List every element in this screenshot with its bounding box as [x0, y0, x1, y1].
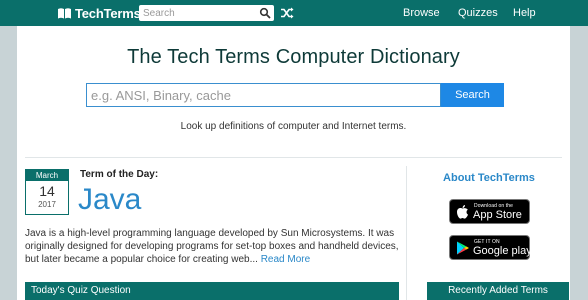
section-divider [25, 157, 562, 158]
site-logo[interactable]: TechTerms [57, 5, 141, 21]
term-of-day-label: Term of the Day: [80, 169, 159, 180]
date-badge: March 14 2017 [25, 169, 69, 215]
apple-icon [457, 205, 468, 219]
dictionary-search-input[interactable] [87, 84, 440, 106]
term-of-day-link[interactable]: Java [78, 183, 141, 217]
search-icon[interactable] [259, 7, 271, 19]
date-year: 2017 [38, 200, 56, 209]
quiz-section-header: Today's Quiz Question [25, 282, 399, 300]
term-description-text: Java is a high-level programming languag… [25, 228, 399, 265]
term-description: Java is a high-level programming languag… [25, 227, 399, 266]
header-search-input[interactable] [143, 6, 257, 20]
top-navbar: TechTerms Browse Quizzes Help [0, 0, 588, 26]
dictionary-search [86, 83, 441, 107]
search-button[interactable]: Search [441, 83, 504, 107]
google-play-badge[interactable]: GET IT ON Google play [449, 235, 532, 260]
page-title: The Tech Terms Computer Dictionary [127, 46, 460, 68]
about-techterms-link[interactable]: About TechTerms [427, 172, 551, 184]
date-day: 14 [39, 183, 55, 199]
book-icon [58, 8, 71, 19]
nav-help[interactable]: Help [513, 7, 536, 19]
content-panel: The Tech Terms Computer Dictionary Searc… [17, 26, 570, 300]
app-store-badge[interactable]: Download on the App Store [449, 199, 530, 224]
google-play-label: Google play [473, 245, 532, 257]
nav-browse[interactable]: Browse [403, 7, 440, 19]
date-month: March [26, 170, 68, 181]
logo-text: TechTerms [75, 5, 141, 21]
app-store-label: App Store [473, 209, 522, 221]
google-play-icon [457, 241, 469, 255]
nav-quizzes[interactable]: Quizzes [458, 7, 498, 19]
header-search [139, 5, 274, 21]
search-subtitle: Look up definitions of computer and Inte… [180, 121, 407, 132]
recent-terms-header: Recently Added Terms [427, 282, 569, 300]
column-divider [406, 166, 407, 300]
shuffle-icon[interactable] [279, 5, 295, 21]
read-more-link[interactable]: Read More [261, 254, 310, 265]
